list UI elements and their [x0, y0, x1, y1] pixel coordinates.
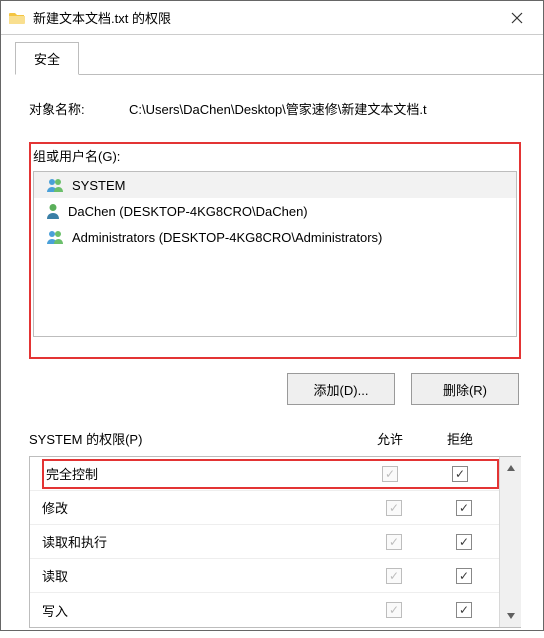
group-item-text: Administrators (DESKTOP-4KG8CRO\Administ… — [72, 230, 382, 245]
perm-name: 完全控制 — [46, 464, 355, 483]
group-item-text: SYSTEM — [72, 178, 125, 193]
perm-row: 读取 ✓ ✓ — [30, 559, 499, 593]
permissions-scrollbar[interactable] — [499, 457, 521, 627]
perm-row: 写入 ✓ ✓ — [30, 593, 499, 627]
allow-checkbox: ✓ — [386, 568, 402, 584]
allow-checkbox: ✓ — [382, 466, 398, 482]
permissions-for-label: SYSTEM 的权限(P) — [29, 429, 355, 448]
chevron-down-icon — [507, 613, 515, 619]
object-name-value: C:\Users\DaChen\Desktop\管家速修\新建文本文档.t — [129, 99, 521, 118]
group-buttons-row: 添加(D)... 删除(R) — [29, 373, 519, 405]
chevron-up-icon — [507, 465, 515, 471]
titlebar: 新建文本文档.txt 的权限 — [1, 1, 543, 35]
scroll-down-arrow[interactable] — [500, 605, 521, 627]
perm-name: 修改 — [42, 498, 359, 517]
scroll-track[interactable] — [500, 479, 521, 605]
tab-row: 安全 — [15, 47, 543, 75]
close-button[interactable] — [495, 2, 539, 34]
deny-checkbox[interactable]: ✓ — [452, 466, 468, 482]
perm-name: 读取和执行 — [42, 532, 359, 551]
deny-checkbox[interactable]: ✓ — [456, 500, 472, 516]
deny-checkbox[interactable]: ✓ — [456, 534, 472, 550]
people-icon — [46, 177, 64, 193]
group-user-list[interactable]: SYSTEM DaChen (DESKTOP-4KG8CRO\DaChen) Adm… — [33, 171, 517, 337]
tab-security[interactable]: 安全 — [15, 42, 79, 75]
permissions-header: SYSTEM 的权限(P) 允许 拒绝 — [29, 429, 495, 448]
folder-icon — [9, 11, 25, 25]
col-deny-label: 拒绝 — [425, 429, 495, 448]
person-icon — [46, 203, 60, 219]
allow-checkbox: ✓ — [386, 602, 402, 618]
group-item-text: DaChen (DESKTOP-4KG8CRO\DaChen) — [68, 204, 308, 219]
dialog-content: 对象名称: C:\Users\DaChen\Desktop\管家速修\新建文本文… — [1, 75, 543, 638]
window-title: 新建文本文档.txt 的权限 — [33, 8, 495, 27]
col-allow-label: 允许 — [355, 429, 425, 448]
allow-checkbox: ✓ — [386, 534, 402, 550]
group-item-dachen[interactable]: DaChen (DESKTOP-4KG8CRO\DaChen) — [34, 198, 516, 224]
group-user-highlight: 组或用户名(G): SYSTEM DaChen (DESKTOP-4KG8CRO\… — [29, 142, 521, 359]
group-item-administrators[interactable]: Administrators (DESKTOP-4KG8CRO\Administ… — [34, 224, 516, 250]
deny-checkbox[interactable]: ✓ — [456, 568, 472, 584]
object-name-label: 对象名称: — [29, 99, 129, 118]
perm-row: 读取和执行 ✓ ✓ — [30, 525, 499, 559]
close-icon — [511, 12, 523, 24]
object-name-row: 对象名称: C:\Users\DaChen\Desktop\管家速修\新建文本文… — [29, 99, 521, 118]
group-item-system[interactable]: SYSTEM — [34, 172, 516, 198]
allow-checkbox: ✓ — [386, 500, 402, 516]
deny-checkbox[interactable]: ✓ — [456, 602, 472, 618]
people-icon — [46, 229, 64, 245]
group-user-label: 组或用户名(G): — [33, 146, 517, 165]
permissions-area: 完全控制 ✓ ✓ 修改 ✓ ✓ 读取和执行 ✓ ✓ 读取 ✓ ✓ 写入 ✓ ✓ — [29, 456, 521, 628]
scroll-up-arrow[interactable] — [500, 457, 521, 479]
perm-name: 写入 — [42, 601, 359, 620]
perm-row: 修改 ✓ ✓ — [30, 491, 499, 525]
perm-row-highlight: 完全控制 ✓ ✓ — [42, 459, 499, 489]
perm-name: 读取 — [42, 566, 359, 585]
add-button[interactable]: 添加(D)... — [287, 373, 395, 405]
permissions-list: 完全控制 ✓ ✓ 修改 ✓ ✓ 读取和执行 ✓ ✓ 读取 ✓ ✓ 写入 ✓ ✓ — [30, 457, 499, 627]
remove-button[interactable]: 删除(R) — [411, 373, 519, 405]
perm-row: 完全控制 ✓ ✓ — [30, 457, 499, 491]
